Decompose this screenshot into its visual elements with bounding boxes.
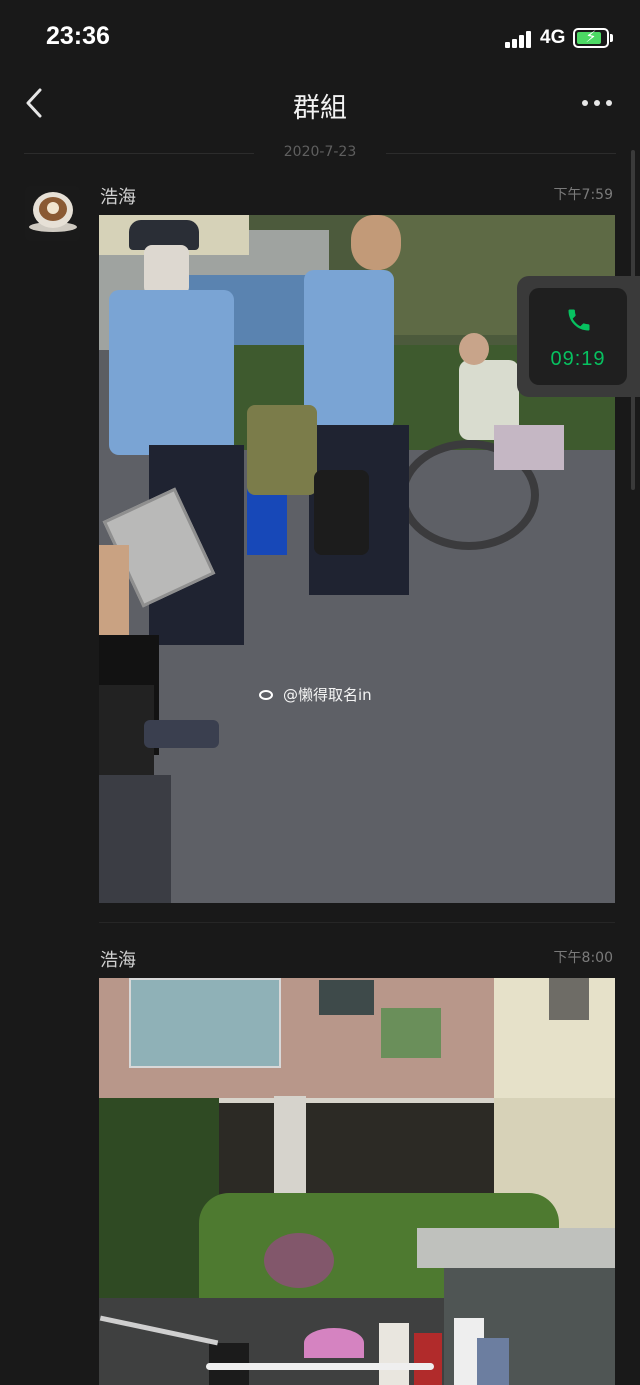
signal-icon: [505, 30, 533, 48]
message-image[interactable]: [99, 978, 615, 1385]
message-sender: 浩海: [100, 950, 136, 971]
message-sender: 浩海: [100, 187, 136, 208]
date-separator: 2020-7-23: [24, 144, 616, 164]
message-divider: [99, 922, 615, 923]
more-icon[interactable]: [580, 92, 614, 112]
call-duration: 09:19: [550, 348, 606, 370]
message-time: 下午8:00: [553, 950, 613, 966]
status-bar: 23:36 4G ⚡: [0, 0, 640, 76]
image-watermark: @懒得取名in: [257, 684, 372, 705]
call-float-window[interactable]: 09:19: [517, 276, 640, 397]
page-title: 群組: [293, 93, 347, 124]
weibo-icon: [257, 687, 277, 703]
home-indicator[interactable]: [206, 1363, 434, 1370]
message-time: 下午7:59: [553, 187, 613, 203]
battery-charging-icon: ⚡: [573, 27, 609, 48]
avatar[interactable]: [25, 186, 80, 241]
call-widget[interactable]: 09:19: [529, 288, 627, 385]
battery-tip: [610, 34, 613, 42]
scrollbar[interactable]: [631, 150, 635, 490]
date-label: 2020-7-23: [283, 144, 357, 160]
status-time: 23:36: [46, 22, 110, 50]
network-type: 4G: [540, 27, 566, 48]
nav-bar: 群組: [0, 76, 640, 132]
phone-icon: [565, 306, 593, 334]
